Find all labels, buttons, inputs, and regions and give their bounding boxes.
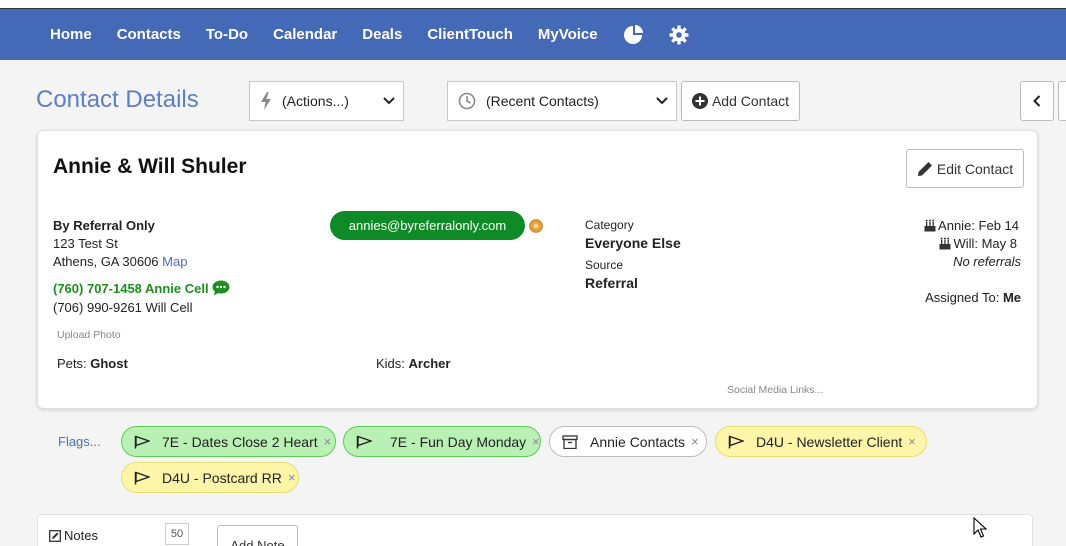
flag-icon xyxy=(134,435,150,449)
chevron-left-icon xyxy=(1033,95,1041,107)
referrals-text: No referrals xyxy=(953,254,1021,269)
edit-contact-label: Edit Contact xyxy=(936,160,1014,177)
gear-icon[interactable] xyxy=(669,25,689,45)
flag-icon xyxy=(356,435,372,449)
source-value: Referral xyxy=(585,275,638,291)
nav-contacts[interactable]: Contacts xyxy=(117,26,181,43)
nav-calendar[interactable]: Calendar xyxy=(273,26,337,43)
social-media-link[interactable]: Social Media Links... xyxy=(727,384,823,396)
flag-icon xyxy=(728,435,744,449)
flag-chip-label: D4U - Newsletter Client xyxy=(756,433,903,450)
edit-contact-button[interactable]: Edit Contact xyxy=(906,149,1024,188)
previous-contact-button[interactable] xyxy=(1020,81,1054,121)
sms-chat-icon[interactable] xyxy=(212,280,230,296)
flag-icon xyxy=(134,471,150,485)
clock-icon xyxy=(448,92,486,110)
pets-field: Pets: Ghost xyxy=(57,356,128,371)
flag-chip-fun-day-monday[interactable]: 7E - Fun Day Monday × xyxy=(343,426,541,457)
nav-clienttouch[interactable]: ClientTouch xyxy=(427,26,513,43)
nav-todo[interactable]: To-Do xyxy=(206,26,248,43)
assigned-label: Assigned To: xyxy=(925,290,1000,305)
lightning-icon xyxy=(250,92,282,110)
flag-chip-label: 7E - Fun Day Monday xyxy=(390,433,527,450)
birthday-annie-text: Annie: Feb 14 xyxy=(938,218,1019,233)
remove-flag-icon[interactable]: × xyxy=(532,434,540,449)
recent-contacts-label: (Recent Contacts) xyxy=(486,93,599,109)
plus-circle-icon xyxy=(691,93,708,109)
main-navbar: Home Contacts To-Do Calendar Deals Clien… xyxy=(0,9,1066,60)
source-label: Source xyxy=(585,258,624,272)
flag-chip-dates-close-2-heart[interactable]: 7E - Dates Close 2 Heart × xyxy=(121,426,336,457)
secondary-phone: (706) 990-9261 Will Cell xyxy=(53,300,193,315)
add-note-button[interactable]: Add Note xyxy=(217,525,298,546)
mouse-cursor-icon xyxy=(973,517,987,539)
contact-card: Annie & Will Shuler Edit Contact By Refe… xyxy=(37,130,1038,409)
pencil-icon xyxy=(917,161,933,177)
nav-deals[interactable]: Deals xyxy=(362,26,402,43)
status-dot-icon xyxy=(529,219,543,233)
flag-chip-label: 7E - Dates Close 2 Heart xyxy=(162,433,318,450)
city-state-zip: Athens, GA 30606 xyxy=(53,254,159,269)
flag-chip-label: D4U - Postcard RR xyxy=(162,469,282,486)
address-line-2: Athens, GA 30606 Map xyxy=(53,254,187,269)
category-label: Category xyxy=(585,218,634,232)
contact-name: Annie & Will Shuler xyxy=(53,155,247,178)
notes-header: Notes xyxy=(49,528,98,543)
birthday-will-text: Will: May 8 xyxy=(953,236,1017,251)
notes-count[interactable]: 50 xyxy=(165,523,189,545)
pie-chart-icon[interactable] xyxy=(623,24,645,46)
primary-phone-text: (760) 707-1458 Annie Cell xyxy=(53,280,209,296)
archive-icon xyxy=(562,434,578,449)
address-line-1: 123 Test St xyxy=(53,236,118,251)
add-note-label: Add Note xyxy=(230,538,285,546)
chevron-down-icon xyxy=(383,97,395,105)
chevron-down-icon xyxy=(656,97,668,105)
actions-dropdown[interactable]: (Actions...) xyxy=(249,81,404,121)
assigned-value: Me xyxy=(1002,290,1021,305)
flag-chip-label: Annie Contacts xyxy=(590,433,685,450)
primary-phone[interactable]: (760) 707-1458 Annie Cell xyxy=(53,280,230,296)
company-name: By Referral Only xyxy=(53,218,155,233)
kids-field: Kids: Archer xyxy=(376,356,450,371)
remove-flag-icon[interactable]: × xyxy=(908,434,916,449)
kids-label: Kids: xyxy=(376,356,405,371)
remove-flag-icon[interactable]: × xyxy=(324,434,332,449)
category-value: Everyone Else xyxy=(585,235,681,251)
birthday-annie: Annie: Feb 14 xyxy=(924,218,1019,233)
remove-flag-icon[interactable]: × xyxy=(288,470,296,485)
birthday-cake-icon xyxy=(924,219,936,232)
pets-value: Ghost xyxy=(90,356,128,371)
edit-square-icon xyxy=(49,529,61,542)
upload-photo-link[interactable]: Upload Photo xyxy=(57,329,121,341)
flags-link[interactable]: Flags... xyxy=(58,434,101,449)
kids-value: Archer xyxy=(408,356,451,371)
recent-contacts-dropdown[interactable]: (Recent Contacts) xyxy=(447,81,677,121)
map-link[interactable]: Map xyxy=(162,254,187,269)
flag-chip-newsletter-client[interactable]: D4U - Newsletter Client × xyxy=(715,426,927,457)
add-contact-label: Add Contact xyxy=(711,93,790,109)
next-contact-button[interactable] xyxy=(1058,81,1066,121)
nav-myvoice[interactable]: MyVoice xyxy=(538,26,598,43)
flag-chip-annie-contacts[interactable]: Annie Contacts × xyxy=(549,426,707,457)
actions-label: (Actions...) xyxy=(282,93,349,109)
birthday-cake-icon xyxy=(939,237,951,250)
flag-chip-postcard-rr[interactable]: D4U - Postcard RR × xyxy=(121,462,299,493)
page-title: Contact Details xyxy=(36,86,199,113)
notes-panel: Notes 50 Add Note xyxy=(37,514,1033,546)
add-contact-button[interactable]: Add Contact xyxy=(681,81,800,121)
birthday-will: Will: May 8 xyxy=(939,236,1017,251)
email-button[interactable]: annies@byreferralonly.com xyxy=(330,211,525,240)
assigned-to: Assigned To: Me xyxy=(925,290,1021,305)
remove-flag-icon[interactable]: × xyxy=(691,434,699,449)
notes-label: Notes xyxy=(64,528,98,543)
window-top-edge xyxy=(0,0,1066,9)
nav-home[interactable]: Home xyxy=(50,26,92,43)
pets-label: Pets: xyxy=(57,356,87,371)
